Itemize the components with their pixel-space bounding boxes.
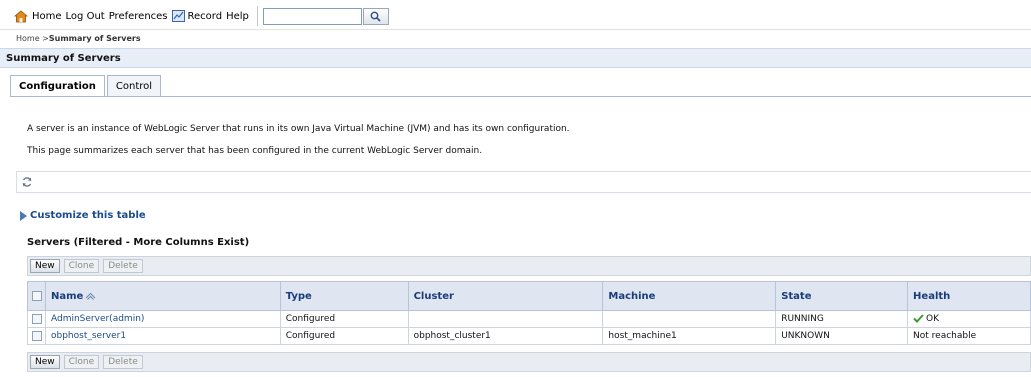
top-nav: Home Log Out Preferences Record Help — [14, 6, 389, 26]
row-checkbox[interactable] — [32, 330, 42, 341]
server-machine-cell: host_machine1 — [602, 327, 777, 345]
column-header-cluster[interactable]: Cluster — [407, 281, 604, 311]
server-name-link[interactable]: AdminServer(admin) — [51, 314, 144, 324]
server-state-cell: RUNNING — [775, 310, 909, 328]
select-all-checkbox[interactable] — [32, 290, 42, 301]
delete-button[interactable]: Delete — [103, 259, 143, 273]
refresh-bar — [16, 171, 1031, 193]
server-type-cell: Configured — [279, 327, 409, 345]
ok-check-icon — [913, 314, 924, 323]
column-header-name[interactable]: Name — [44, 281, 281, 311]
server-machine-cell — [602, 310, 777, 328]
server-cluster-cell: obphost_cluster1 — [407, 327, 604, 345]
server-health-cell: Not reachable — [907, 327, 1031, 345]
row-select-cell — [27, 310, 46, 328]
tab-divider — [10, 96, 1031, 97]
server-type-cell: Configured — [279, 310, 409, 328]
customize-table-toggle[interactable]: Customize this table — [20, 210, 146, 221]
table-header-row: Name Type Cluster Machine State Health — [27, 281, 1031, 311]
row-checkbox[interactable] — [32, 313, 42, 324]
table-toolbar-bottom: New Clone Delete — [27, 352, 1031, 372]
server-name-cell: AdminServer(admin) — [44, 310, 281, 328]
home-icon[interactable] — [14, 9, 28, 23]
clone-button[interactable]: Clone — [63, 259, 100, 273]
row-select-cell — [27, 327, 46, 345]
select-all-cell — [27, 281, 46, 311]
column-header-type[interactable]: Type — [279, 281, 409, 311]
description-line-2: This page summarizes each server that ha… — [27, 146, 483, 156]
server-name-link[interactable]: obphost_server1 — [51, 331, 126, 341]
logout-link[interactable]: Log Out — [66, 11, 105, 22]
breadcrumb: Home >Summary of Servers — [16, 34, 141, 43]
preferences-link[interactable]: Preferences — [109, 11, 168, 22]
table-toolbar-top: New Clone Delete — [27, 256, 1031, 276]
column-header-state[interactable]: State — [775, 281, 909, 311]
server-health-text: OK — [926, 314, 940, 324]
breadcrumb-separator: > — [39, 34, 49, 43]
new-button[interactable]: New — [30, 259, 60, 273]
breadcrumb-current: Summary of Servers — [48, 34, 141, 43]
server-health-cell: OK — [907, 310, 1031, 328]
home-link[interactable]: Home — [32, 11, 62, 22]
refresh-icon[interactable] — [21, 176, 33, 188]
tab-configuration[interactable]: Configuration — [10, 75, 105, 97]
clone-button-bottom[interactable]: Clone — [63, 355, 100, 369]
search-input[interactable] — [262, 7, 362, 25]
column-header-machine[interactable]: Machine — [602, 281, 777, 311]
delete-button-bottom[interactable]: Delete — [103, 355, 143, 369]
record-icon[interactable] — [171, 10, 185, 22]
tab-bar: Configuration Control — [10, 75, 163, 97]
tab-control[interactable]: Control — [106, 75, 162, 97]
expand-triangle-icon — [20, 210, 27, 221]
server-health-text: Not reachable — [913, 331, 977, 341]
search-button[interactable] — [362, 7, 389, 25]
record-link[interactable]: Record — [188, 11, 223, 22]
description-line-1: A server is an instance of WebLogic Serv… — [27, 124, 570, 134]
nav-divider — [256, 6, 258, 26]
breadcrumb-home-link[interactable]: Home — [16, 34, 40, 43]
page-title: Summary of Servers — [6, 53, 121, 64]
search-icon — [371, 11, 381, 22]
server-cluster-cell — [407, 310, 604, 328]
top-navigation-bar: Home Log Out Preferences Record Help — [0, 0, 1031, 30]
table-row: obphost_server1 Configured obphost_clust… — [27, 327, 1031, 345]
customize-table-link[interactable]: Customize this table — [30, 210, 146, 221]
sort-ascending-icon[interactable] — [85, 292, 96, 300]
table-row: AdminServer(admin) Configured RUNNING OK — [27, 310, 1031, 328]
page-title-bar: Summary of Servers — [0, 48, 1031, 68]
help-link[interactable]: Help — [226, 11, 249, 22]
table-caption: Servers (Filtered - More Columns Exist) — [27, 237, 250, 248]
column-header-name-label: Name — [50, 290, 84, 302]
server-state-cell: UNKNOWN — [775, 327, 909, 345]
new-button-bottom[interactable]: New — [30, 355, 60, 369]
column-header-health[interactable]: Health — [907, 281, 1031, 311]
servers-table: Name Type Cluster Machine State Health A… — [27, 281, 1031, 345]
server-name-cell: obphost_server1 — [44, 327, 281, 345]
